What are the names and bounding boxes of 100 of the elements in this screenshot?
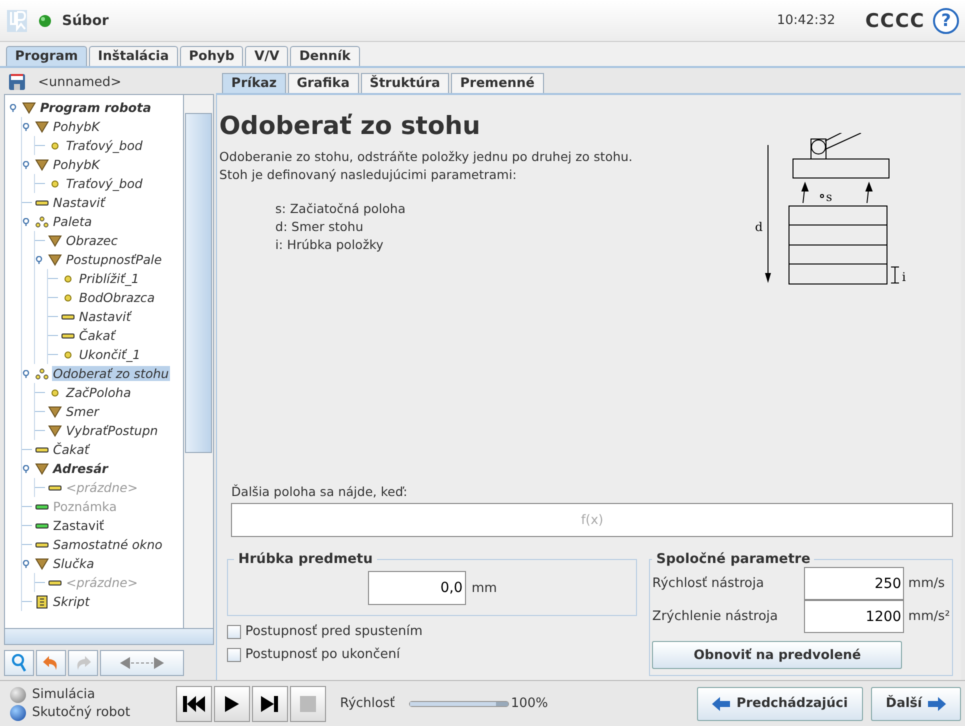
next-button[interactable]: Ďalší xyxy=(870,686,961,720)
speed-reading: 100% xyxy=(510,696,548,711)
main-tab[interactable]: Pohyb xyxy=(180,46,244,66)
right-arrow-icon xyxy=(928,696,946,710)
checkbox[interactable] xyxy=(227,648,242,662)
diagram-label: d xyxy=(755,220,763,234)
expand-handle-icon xyxy=(22,218,30,226)
unit-label: mm xyxy=(472,580,497,596)
parameter-label: Zrýchlenie nástroja xyxy=(652,609,779,624)
play-button[interactable] xyxy=(214,686,250,722)
triangle-icon xyxy=(35,158,49,172)
triangle-icon xyxy=(35,462,49,476)
reset-defaults-button[interactable]: Obnoviť na predvolené xyxy=(652,641,902,669)
scrollbar[interactable] xyxy=(183,95,214,628)
expand-handle-icon xyxy=(22,122,30,130)
tree-node[interactable]: Program robota xyxy=(39,100,152,115)
tree-node[interactable]: Slučka xyxy=(52,556,96,571)
move-button[interactable] xyxy=(100,650,184,676)
command-tab[interactable]: Štruktúra xyxy=(360,73,450,93)
unit-label: mm/s² xyxy=(908,609,950,624)
program-name: <unnamed> xyxy=(38,74,122,90)
tree-node[interactable]: Traťový_bod xyxy=(65,176,144,191)
unit-label: mm/s xyxy=(908,576,945,591)
tree-node[interactable]: Adresár xyxy=(52,461,109,476)
left-arrow-icon xyxy=(712,696,730,710)
search-icon xyxy=(11,654,27,672)
tree-node[interactable]: Smer xyxy=(65,404,100,419)
node-title: Odoberať zo stohu xyxy=(219,111,482,140)
main-tab[interactable]: V/V xyxy=(245,46,288,66)
checkbox[interactable] xyxy=(227,624,242,638)
help-button[interactable]: ? xyxy=(933,8,959,34)
group-title: Spoločné parametre xyxy=(655,551,812,567)
skip-forward-button[interactable] xyxy=(252,686,288,722)
triangle-icon xyxy=(35,120,49,134)
tree-node[interactable]: Obrazec xyxy=(65,233,119,248)
tree-node[interactable]: Odoberať zo stohu xyxy=(52,366,170,381)
command-tab[interactable]: Premenné xyxy=(451,73,544,93)
tree-node[interactable]: Čakať xyxy=(78,328,116,343)
tree-node[interactable]: Nastaviť xyxy=(52,195,106,210)
tree-node[interactable]: Priblížiť_1 xyxy=(78,271,140,286)
description-text: Stoh je definovaný nasledujúcimi parametrami: xyxy=(219,166,518,184)
triangle-icon xyxy=(22,100,36,114)
previous-button[interactable]: Predchádzajúci xyxy=(697,686,863,720)
tree-node[interactable]: PohybK xyxy=(52,157,101,172)
expression-label: Ďalšia poloha sa nájde, keď: xyxy=(231,484,408,499)
tree-node[interactable]: Paleta xyxy=(52,214,93,229)
parameter-text: i: Hrúbka položky xyxy=(275,236,384,254)
main-tab[interactable]: Inštalácia xyxy=(88,46,178,66)
tree-node[interactable]: Traťový_bod xyxy=(65,138,144,153)
group-title: Hrúbka predmetu xyxy=(237,551,374,567)
undo-button[interactable] xyxy=(36,650,66,676)
triangle-icon xyxy=(48,234,62,248)
tree-node[interactable]: Ukončiť_1 xyxy=(78,347,142,362)
search-button[interactable] xyxy=(4,650,34,676)
triangle-icon xyxy=(48,404,62,418)
dots-icon xyxy=(35,366,49,380)
script-icon xyxy=(35,594,49,608)
command-tab[interactable]: Grafika xyxy=(288,73,359,93)
tree-node[interactable]: VybraťPostupn xyxy=(65,423,159,438)
status-dot-icon xyxy=(38,14,52,28)
speed-label: Rýchlosť xyxy=(340,696,395,711)
thickness-field[interactable]: 0,0 xyxy=(368,571,466,605)
expand-handle-icon xyxy=(22,370,30,378)
radio-label: Simulácia xyxy=(32,687,96,702)
expand-handle-icon xyxy=(22,560,30,568)
logo-icon xyxy=(6,8,28,32)
redo-button[interactable] xyxy=(68,650,98,676)
main-tab[interactable]: Denník xyxy=(290,46,360,66)
tree-node[interactable]: BodObrazca xyxy=(78,290,156,305)
radio-button[interactable] xyxy=(10,686,26,702)
tree-node[interactable]: Čakať xyxy=(52,442,90,457)
double-arrow-icon xyxy=(120,657,164,669)
main-tab[interactable]: Program xyxy=(6,46,87,66)
play-icon xyxy=(224,696,240,712)
tree-node[interactable]: PostupnosťPale xyxy=(65,252,163,267)
radio-button[interactable] xyxy=(10,704,26,720)
robot-name: CCCC xyxy=(865,10,925,32)
skip-forward-icon xyxy=(261,696,279,712)
tree-node[interactable]: Skript xyxy=(52,594,91,609)
tree-node[interactable]: Nastaviť xyxy=(78,309,132,324)
tree-node[interactable]: Samostatné okno xyxy=(52,537,164,552)
expression-field[interactable]: f(x) xyxy=(231,503,953,537)
command-tab[interactable]: Príkaz xyxy=(222,73,286,93)
dots-icon xyxy=(35,214,49,228)
expand-handle-icon xyxy=(35,256,43,264)
file-menu[interactable]: Súbor xyxy=(62,12,109,28)
clock-time: 10:42:32 xyxy=(776,13,836,28)
parameter-field[interactable]: 1200 xyxy=(804,600,904,633)
tree-node[interactable]: PohybK xyxy=(52,119,101,134)
scrollbar[interactable] xyxy=(4,629,214,645)
skip-back-button[interactable] xyxy=(176,686,212,722)
parameter-field[interactable]: 250 xyxy=(804,567,904,600)
parameter-label: Rýchlosť nástroja xyxy=(652,576,765,591)
checkbox-label: Postupnosť po ukončení xyxy=(245,647,400,662)
tree-node[interactable]: ZačPoloha xyxy=(65,385,132,400)
expand-handle-icon xyxy=(22,160,30,168)
tree-node[interactable]: Zastaviť xyxy=(52,518,106,533)
expand-handle-icon xyxy=(22,464,30,472)
checkbox-label: Postupnosť pred spustením xyxy=(245,624,423,639)
stop-icon xyxy=(300,696,316,712)
